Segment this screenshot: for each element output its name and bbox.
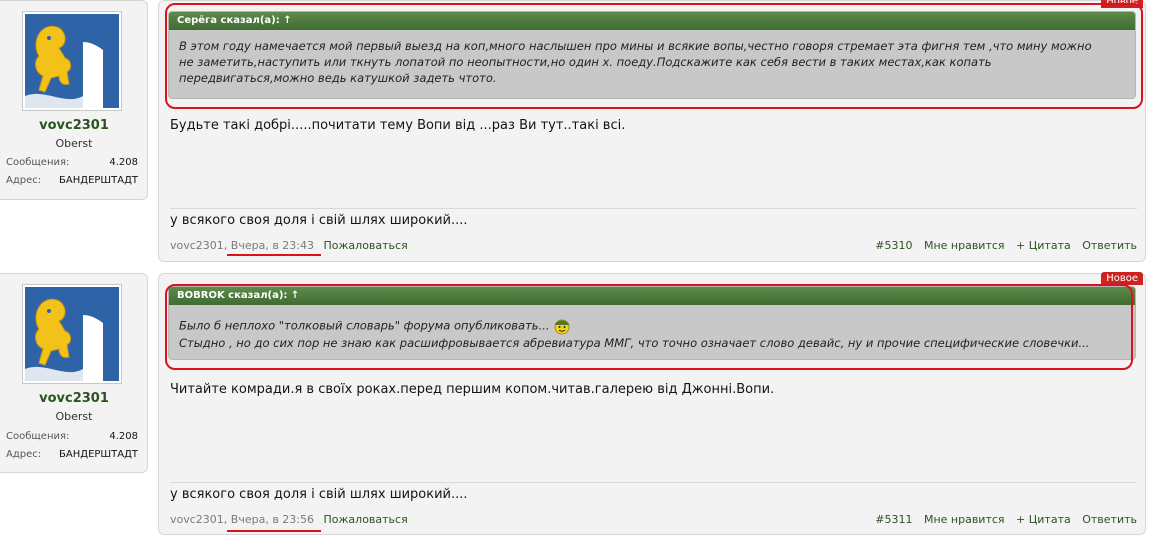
- post-footer: vovc2301, Вчера, в 23:43 Пожаловаться #5…: [170, 239, 1137, 255]
- avatar-lion-coat-of-arms-icon: [25, 14, 119, 108]
- stat-label: Адрес:: [6, 175, 42, 186]
- quote-line-text: Было б неплохо "толковый словарь" форума…: [179, 318, 550, 333]
- username[interactable]: vovc2301: [0, 391, 148, 406]
- reply-button[interactable]: Ответить: [1082, 239, 1137, 252]
- stat-value: 4.208: [109, 157, 138, 168]
- stat-label: Сообщения:: [6, 157, 70, 168]
- post: vovc2301 Oberst Сообщения: 4.208 Адрес: …: [0, 0, 1150, 264]
- stat-value: БАНДЕРШТАДТ: [59, 449, 138, 460]
- stat-label: Адрес:: [6, 449, 42, 460]
- like-button[interactable]: Мне нравится: [924, 239, 1005, 252]
- stat-label: Сообщения:: [6, 431, 70, 442]
- post-actions: #5310 Мне нравится + Цитата Ответить: [867, 239, 1137, 252]
- avatar[interactable]: [22, 11, 122, 111]
- new-badge: Новое: [1101, 272, 1143, 285]
- message-body: Новое BOBROK сказал(а): ↑ Было б неплохо…: [158, 272, 1146, 535]
- post-author[interactable]: vovc2301,: [170, 239, 227, 252]
- post: vovc2301 Oberst Сообщения: 4.208 Адрес: …: [0, 272, 1150, 535]
- quote-button[interactable]: + Цитата: [1016, 513, 1071, 526]
- post-meta: vovc2301, Вчера, в 23:56 Пожаловаться: [170, 513, 408, 526]
- message-text: Читайте комради.я в своїх роках.перед пе…: [170, 382, 775, 397]
- user-card: vovc2301 Oberst Сообщения: 4.208 Адрес: …: [0, 273, 148, 473]
- quote-line: Было б неплохо "толковый словарь" форума…: [179, 317, 1125, 335]
- signature-divider: [170, 482, 1137, 483]
- quote-block: BOBROK сказал(а): ↑ Было б неплохо "толк…: [168, 286, 1136, 360]
- avatar-lion-coat-of-arms-icon: [25, 287, 119, 381]
- post-number[interactable]: #5311: [875, 513, 912, 526]
- signature-text: у всякого своя доля і свій шлях широкий.…: [170, 487, 468, 502]
- quote-line: В этом году намечается мой первый выезд …: [179, 39, 1092, 53]
- user-title: Oberst: [55, 137, 93, 150]
- post-date[interactable]: Вчера, в 23:43: [231, 239, 314, 252]
- quote-body: Было б неплохо "толковый словарь" форума…: [169, 305, 1135, 359]
- quote-body: В этом году намечается мой первый выезд …: [169, 30, 1135, 94]
- date-underline: [227, 530, 321, 532]
- new-badge: Новое: [1101, 0, 1143, 8]
- user-card: vovc2301 Oberst Сообщения: 4.208 Адрес: …: [0, 0, 148, 200]
- quote-line: Стыдно , но до сих пор не знаю как расши…: [179, 336, 1090, 350]
- like-button[interactable]: Мне нравится: [924, 513, 1005, 526]
- post-author[interactable]: vovc2301,: [170, 513, 227, 526]
- message-body: Новое Серёга сказал(а): ↑ В этом году на…: [158, 0, 1146, 262]
- quote-button[interactable]: + Цитата: [1016, 239, 1071, 252]
- post-date[interactable]: Вчера, в 23:56: [231, 513, 314, 526]
- smiley-helmet-icon: [554, 319, 570, 335]
- avatar[interactable]: [22, 284, 122, 384]
- message-text: Будьте такі добрі.....почитати тему Вопи…: [170, 118, 626, 133]
- report-link[interactable]: Пожаловаться: [324, 513, 408, 526]
- post-number[interactable]: #5310: [875, 239, 912, 252]
- stat-value: БАНДЕРШТАДТ: [59, 175, 138, 186]
- reply-button[interactable]: Ответить: [1082, 513, 1137, 526]
- signature-text: у всякого своя доля і свій шлях широкий.…: [170, 213, 468, 228]
- quote-line: передвигаться,можно ведь катушкой задеть…: [179, 71, 497, 85]
- username[interactable]: vovc2301: [0, 118, 148, 133]
- quote-header[interactable]: BOBROK сказал(а): ↑: [169, 287, 1135, 305]
- report-link[interactable]: Пожаловаться: [324, 239, 408, 252]
- stat-value: 4.208: [109, 431, 138, 442]
- quote-header[interactable]: Серёга сказал(а): ↑: [169, 12, 1135, 30]
- quote-line: не заметить,наступить или ткнуть лопатой…: [179, 55, 992, 69]
- post-actions: #5311 Мне нравится + Цитата Ответить: [867, 513, 1137, 526]
- post-meta: vovc2301, Вчера, в 23:43 Пожаловаться: [170, 239, 408, 252]
- user-title: Oberst: [55, 410, 93, 423]
- quote-block: Серёга сказал(а): ↑ В этом году намечает…: [168, 11, 1136, 99]
- signature-divider: [170, 208, 1137, 209]
- date-underline: [227, 254, 321, 256]
- post-footer: vovc2301, Вчера, в 23:56 Пожаловаться #5…: [170, 513, 1137, 529]
